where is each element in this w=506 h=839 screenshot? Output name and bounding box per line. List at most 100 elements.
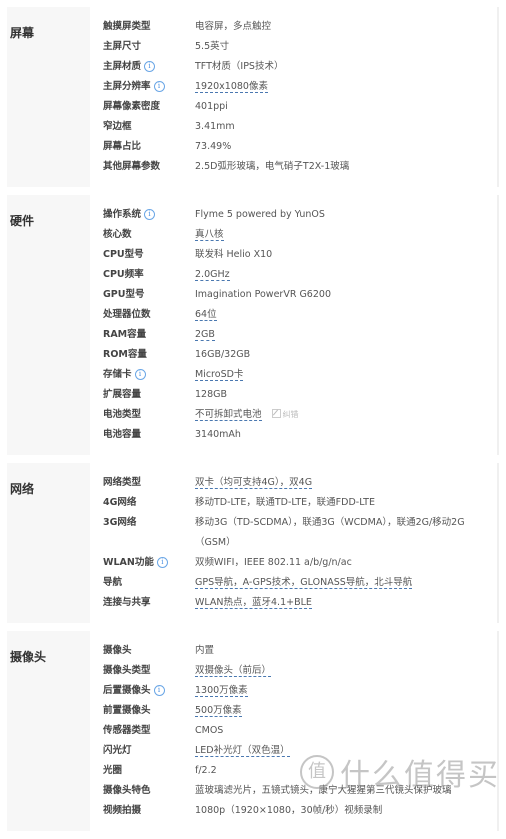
spec-key: 网络类型 bbox=[90, 473, 195, 493]
info-icon[interactable]: i bbox=[134, 369, 146, 380]
spec-row: 电池容量 3140mAh bbox=[90, 425, 497, 445]
spec-rows: 操作系统 i Flyme 5 powered by YunOS 核心数 真八核 CPU型号… bbox=[90, 195, 497, 455]
report-error-button[interactable]: 纠错 bbox=[271, 405, 299, 425]
spec-value-link[interactable]: GPS导航，A-GPS技术，GLONASS导航，北斗导航 bbox=[195, 577, 413, 589]
spec-value-link[interactable]: 双卡（均可支持4G），双4G bbox=[195, 477, 313, 489]
spec-key-label: 连接与共享 bbox=[103, 597, 151, 608]
spec-key-label: GPU型号 bbox=[103, 289, 145, 300]
spec-value-link[interactable]: 不可拆卸式电池 bbox=[195, 409, 262, 421]
spec-key-label: 前置摄像头 bbox=[103, 705, 151, 716]
spec-value-link[interactable]: 2.0GHz bbox=[195, 269, 230, 281]
spec-value-link[interactable]: WLAN热点，蓝牙4.1+BLE bbox=[195, 597, 312, 609]
spec-value-cell: 64位 bbox=[195, 305, 497, 325]
spec-key-label: RAM容量 bbox=[103, 329, 147, 340]
info-icon[interactable]: i bbox=[153, 685, 165, 696]
spec-value-link[interactable]: 64位 bbox=[195, 309, 217, 321]
spec-key-label: 网络类型 bbox=[103, 477, 142, 488]
spec-value-link[interactable]: 2GB bbox=[195, 329, 215, 341]
info-icon[interactable]: i bbox=[156, 557, 168, 568]
spec-key: 传感器类型 bbox=[90, 721, 195, 741]
section-title: 屏幕 bbox=[7, 7, 90, 187]
spec-row: 主屏尺寸 5.5英寸 bbox=[90, 37, 497, 57]
spec-key: 3G网络 bbox=[90, 513, 195, 533]
spec-row: 视频拍摄 1080p（1920×1080，30帧/秒）视频录制 bbox=[90, 801, 497, 821]
spec-value-cell: 双卡（均可支持4G），双4G bbox=[195, 473, 497, 493]
spec-value-cell: 16GB/32GB bbox=[195, 345, 497, 365]
spec-row: 摄像头类型 双摄像头（前后） bbox=[90, 661, 497, 681]
spec-key: CPU频率 bbox=[90, 265, 195, 285]
spec-key-label: 3G网络 bbox=[103, 517, 137, 528]
spec-value-link[interactable]: 真八核 bbox=[195, 229, 224, 241]
spec-value: 16GB/32GB bbox=[195, 349, 251, 360]
spec-value-link[interactable]: 1920x1080像素 bbox=[195, 81, 268, 93]
spec-rows: 网络类型 双卡（均可支持4G），双4G 4G网络 移动TD-LTE，联通TD-LTE，… bbox=[90, 463, 497, 623]
spec-value-cell: MicroSD卡 bbox=[195, 365, 497, 385]
spec-value-link[interactable]: LED补光灯（双色温） bbox=[195, 745, 290, 757]
spec-value-cell: 5.5英寸 bbox=[195, 37, 497, 57]
spec-value-cell: 移动3G（TD-SCDMA），联通3G（WCDMA），联通2G/移动2G（GSM… bbox=[195, 513, 497, 553]
spec-key: 导航 bbox=[90, 573, 195, 593]
spec-value-cell: 内置 bbox=[195, 641, 497, 661]
spec-key-label: 摄像头类型 bbox=[103, 665, 151, 676]
edit-icon bbox=[271, 409, 281, 418]
spec-row: 后置摄像头 i 1300万像素 bbox=[90, 681, 497, 701]
spec-key: 电池容量 bbox=[90, 425, 195, 445]
spec-value: 73.49% bbox=[195, 141, 232, 152]
spec-key-label: 摄像头特色 bbox=[103, 785, 151, 796]
spec-row: 前置摄像头 500万像素 bbox=[90, 701, 497, 721]
spec-value: 蓝玻璃滤光片，五镜式镜头，康宁大猩猩第三代镜头保护玻璃 bbox=[195, 785, 452, 796]
spec-value-cell: GPS导航，A-GPS技术，GLONASS导航，北斗导航 bbox=[195, 573, 497, 593]
spec-key-label: 主屏材质 bbox=[103, 61, 142, 72]
spec-row: 导航 GPS导航，A-GPS技术，GLONASS导航，北斗导航 bbox=[90, 573, 497, 593]
spec-key: 操作系统 i bbox=[90, 205, 195, 225]
spec-key: 主屏材质 i bbox=[90, 57, 195, 77]
spec-section: 摄像头 摄像头 内置 摄像头类型 双摄像头（前后） 后置摄像头 i 1300万像素 前置摄像头 5… bbox=[7, 631, 499, 831]
spec-key-label: CPU型号 bbox=[103, 249, 144, 260]
spec-key-label: ROM容量 bbox=[103, 349, 147, 360]
info-icon[interactable]: i bbox=[144, 209, 156, 220]
spec-key: 前置摄像头 bbox=[90, 701, 195, 721]
spec-value-cell: 不可拆卸式电池 纠错 bbox=[195, 405, 497, 425]
spec-value-link[interactable]: 1300万像素 bbox=[195, 685, 248, 697]
spec-row: 核心数 真八核 bbox=[90, 225, 497, 245]
spec-value-cell: 3.41mm bbox=[195, 117, 497, 137]
spec-value-cell: 2GB bbox=[195, 325, 497, 345]
spec-value: 3140mAh bbox=[195, 429, 241, 440]
spec-row: ROM容量 16GB/32GB bbox=[90, 345, 497, 365]
spec-key: 存储卡 i bbox=[90, 365, 195, 385]
spec-row: 存储卡 i MicroSD卡 bbox=[90, 365, 497, 385]
spec-value-cell: 73.49% bbox=[195, 137, 497, 157]
spec-value-cell: 双摄像头（前后） bbox=[195, 661, 497, 681]
spec-key: ROM容量 bbox=[90, 345, 195, 365]
spec-row: 传感器类型 CMOS bbox=[90, 721, 497, 741]
spec-value-link[interactable]: MicroSD卡 bbox=[195, 369, 244, 381]
spec-key: 光圈 bbox=[90, 761, 195, 781]
spec-key-label: 4G网络 bbox=[103, 497, 137, 508]
info-icon[interactable]: i bbox=[144, 61, 156, 72]
spec-key-label: 主屏分辨率 bbox=[103, 81, 151, 92]
spec-key: 摄像头类型 bbox=[90, 661, 195, 681]
spec-value: 双频WIFI，IEEE 802.11 a/b/g/n/ac bbox=[195, 557, 352, 568]
section-title: 网络 bbox=[7, 463, 90, 623]
spec-row: CPU型号 联发科 Helio X10 bbox=[90, 245, 497, 265]
spec-row: 屏幕占比 73.49% bbox=[90, 137, 497, 157]
spec-row: 闪光灯 LED补光灯（双色温） bbox=[90, 741, 497, 761]
spec-key-label: 后置摄像头 bbox=[103, 685, 151, 696]
spec-key-label: CPU频率 bbox=[103, 269, 144, 280]
spec-key: WLAN功能 i bbox=[90, 553, 195, 573]
spec-value-link[interactable]: 500万像素 bbox=[195, 705, 242, 717]
spec-key: 核心数 bbox=[90, 225, 195, 245]
spec-key-label: 光圈 bbox=[103, 765, 123, 776]
spec-key-label: 其他屏幕参数 bbox=[103, 161, 161, 172]
spec-key: 屏幕占比 bbox=[90, 137, 195, 157]
spec-value-cell: CMOS bbox=[195, 721, 497, 741]
spec-key-label: 触摸屏类型 bbox=[103, 21, 151, 32]
spec-value-cell: 401ppi bbox=[195, 97, 497, 117]
spec-value: 电容屏，多点触控 bbox=[195, 21, 272, 32]
spec-key: 屏幕像素密度 bbox=[90, 97, 195, 117]
spec-row: 处理器位数 64位 bbox=[90, 305, 497, 325]
spec-value-link[interactable]: 双摄像头（前后） bbox=[195, 665, 272, 677]
spec-value-cell: 3140mAh bbox=[195, 425, 497, 445]
spec-value: 5.5英寸 bbox=[195, 41, 230, 52]
info-icon[interactable]: i bbox=[153, 81, 165, 92]
